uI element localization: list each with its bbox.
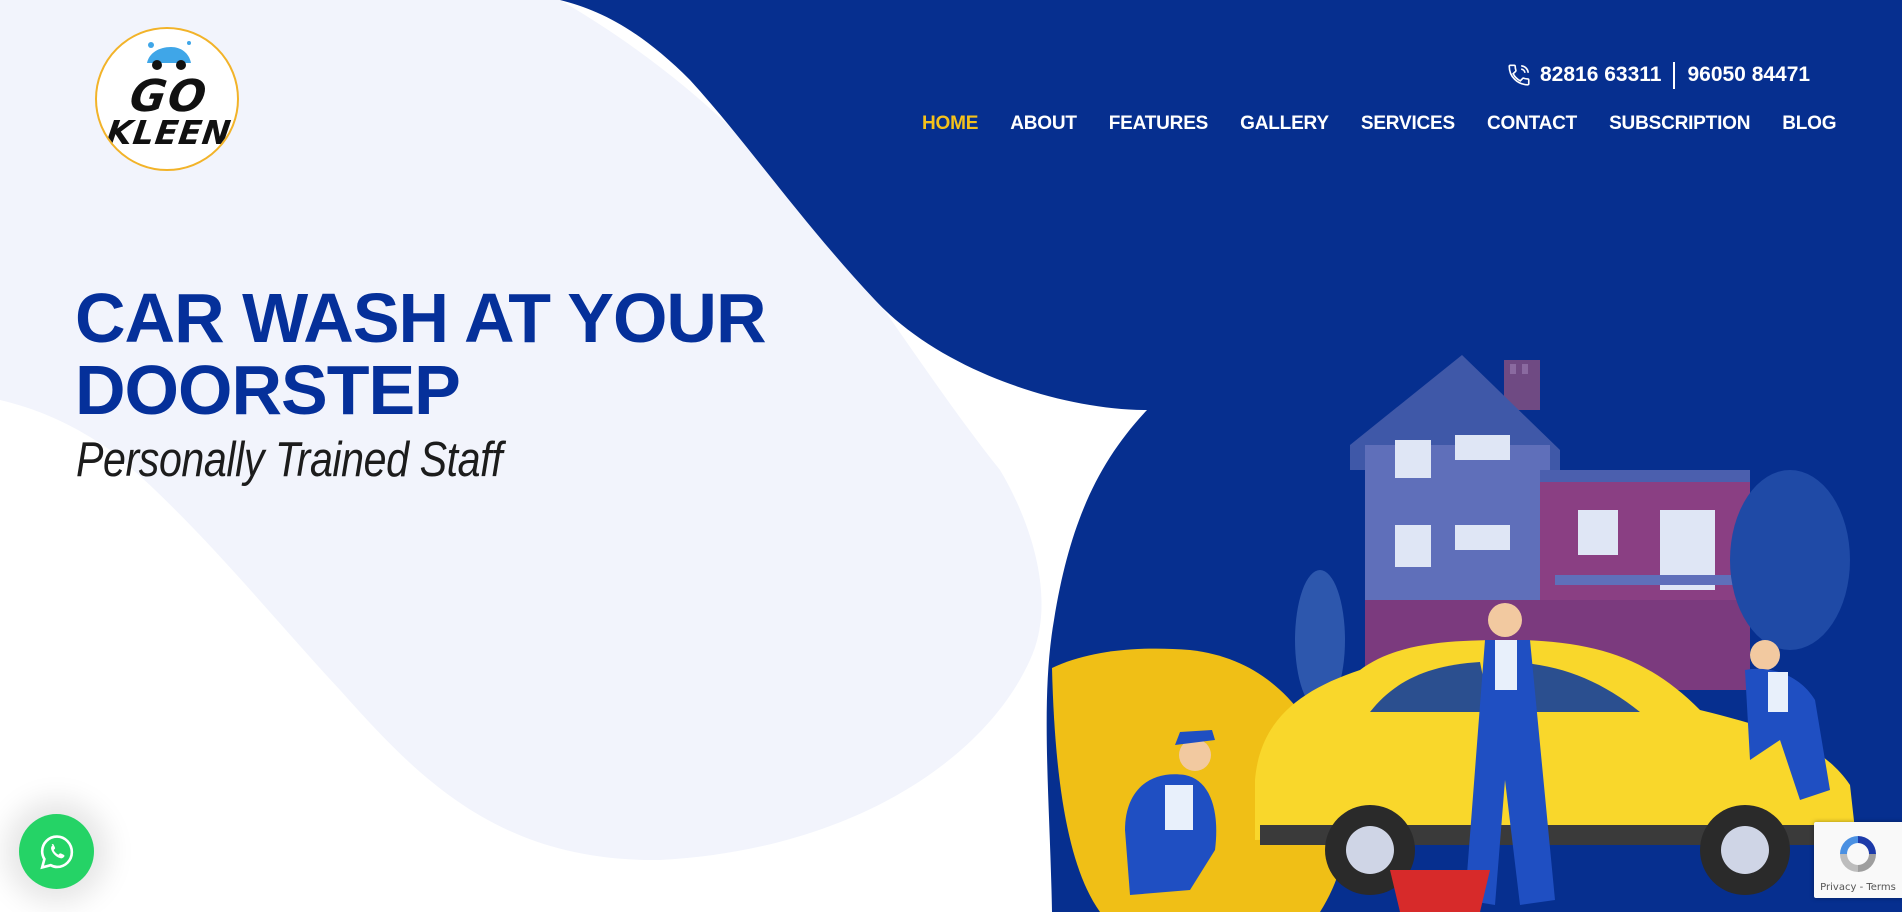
- recaptcha-badge[interactable]: Privacy - Terms: [1814, 822, 1902, 898]
- site-logo[interactable]: GO KLEEN: [95, 27, 239, 171]
- recaptcha-links: Privacy - Terms: [1814, 882, 1902, 893]
- car-logo-icon: [147, 41, 191, 70]
- nav-services[interactable]: SERVICES: [1361, 113, 1455, 135]
- main-nav: HOME ABOUT FEATURES GALLERY SERVICES CON…: [922, 112, 1837, 136]
- recaptcha-terms-link[interactable]: Terms: [1866, 882, 1895, 893]
- nav-contact[interactable]: CONTACT: [1487, 113, 1577, 135]
- page: GO KLEEN 82816 63311 96050 84471 HOME AB…: [0, 0, 1902, 912]
- logo-text-kleen: KLEEN: [104, 113, 234, 152]
- recaptcha-icon: [1840, 836, 1876, 872]
- hero-title-line-2: DOORSTEP: [75, 351, 461, 429]
- contact-phones: 82816 63311 96050 84471: [1506, 60, 1810, 90]
- nav-subscription[interactable]: SUBSCRIPTION: [1609, 113, 1750, 135]
- recaptcha-separator: -: [1856, 882, 1867, 893]
- phone-divider: [1673, 61, 1676, 89]
- nav-features[interactable]: FEATURES: [1109, 113, 1209, 135]
- phone-icon: [1508, 64, 1530, 86]
- nav-home[interactable]: HOME: [922, 113, 978, 135]
- whatsapp-button[interactable]: [19, 814, 94, 889]
- hero-subtitle: Personally Trained Staff: [76, 433, 503, 487]
- nav-gallery[interactable]: GALLERY: [1240, 113, 1329, 135]
- phone-number-2[interactable]: 96050 84471: [1687, 63, 1810, 87]
- whatsapp-icon: [39, 834, 73, 869]
- recaptcha-privacy-link[interactable]: Privacy: [1820, 882, 1856, 893]
- hero-title: CAR WASH AT YOUR DOORSTEP: [75, 282, 795, 426]
- hero-title-line-1: CAR WASH AT YOUR: [75, 279, 766, 357]
- nav-about[interactable]: ABOUT: [1010, 113, 1077, 135]
- phone-number-1[interactable]: 82816 63311: [1540, 63, 1661, 87]
- nav-blog[interactable]: BLOG: [1782, 113, 1836, 135]
